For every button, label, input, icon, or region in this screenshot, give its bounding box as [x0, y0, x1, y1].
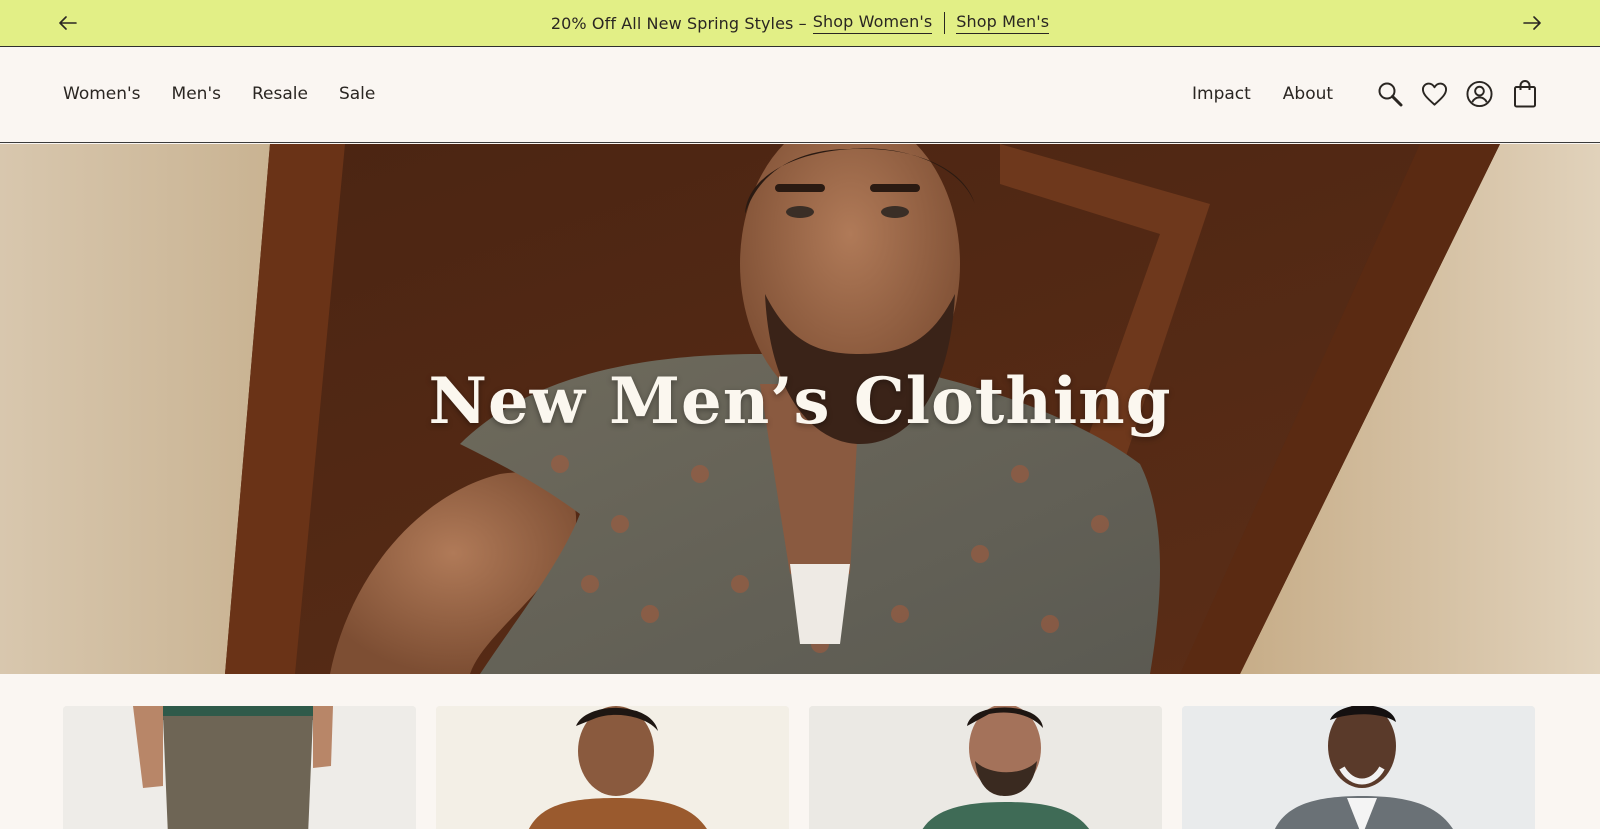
- announcement-bar: 20% Off All New Spring Styles – Shop Wom…: [0, 0, 1600, 47]
- nav-item-resale[interactable]: Resale: [252, 84, 308, 104]
- heart-icon[interactable]: [1421, 79, 1448, 109]
- product-tile-pants[interactable]: [63, 706, 416, 829]
- secondary-nav: Impact About: [1192, 84, 1333, 104]
- site-header: Women's Men's Resale Sale Impact About: [0, 47, 1600, 143]
- hero-title: New Men’s Clothing: [428, 364, 1172, 439]
- search-icon[interactable]: [1376, 79, 1403, 109]
- nav-item-mens[interactable]: Men's: [172, 84, 221, 104]
- page: 20% Off All New Spring Styles – Shop Wom…: [0, 0, 1600, 829]
- product-tile-jacket-grey[interactable]: [1182, 706, 1535, 829]
- announcement-message: 20% Off All New Spring Styles – Shop Wom…: [550, 12, 1050, 34]
- product-image: [436, 706, 789, 829]
- product-tile-tee-green[interactable]: [809, 706, 1162, 829]
- bag-icon[interactable]: [1511, 79, 1538, 109]
- product-image: [63, 706, 416, 829]
- header-icons: [1376, 79, 1538, 109]
- promo-text: 20% Off All New Spring Styles –: [550, 13, 807, 33]
- account-icon[interactable]: [1466, 79, 1493, 109]
- product-tile-shirt-rust[interactable]: [436, 706, 789, 829]
- product-image: [809, 706, 1162, 829]
- nav-item-sale[interactable]: Sale: [339, 84, 375, 104]
- arrow-right-icon[interactable]: [1521, 12, 1543, 34]
- nav-item-impact[interactable]: Impact: [1192, 84, 1251, 104]
- hero-banner[interactable]: New Men’s Clothing: [0, 144, 1600, 674]
- nav-item-womens[interactable]: Women's: [63, 84, 141, 104]
- primary-nav: Women's Men's Resale Sale: [63, 84, 375, 104]
- product-grid: [63, 706, 1535, 829]
- product-image: [1182, 706, 1535, 829]
- shop-womens-link[interactable]: Shop Women's: [812, 12, 933, 34]
- link-divider: [944, 12, 946, 34]
- shop-mens-link[interactable]: Shop Men's: [956, 12, 1050, 34]
- arrow-left-icon[interactable]: [57, 12, 79, 34]
- nav-item-about[interactable]: About: [1283, 84, 1333, 104]
